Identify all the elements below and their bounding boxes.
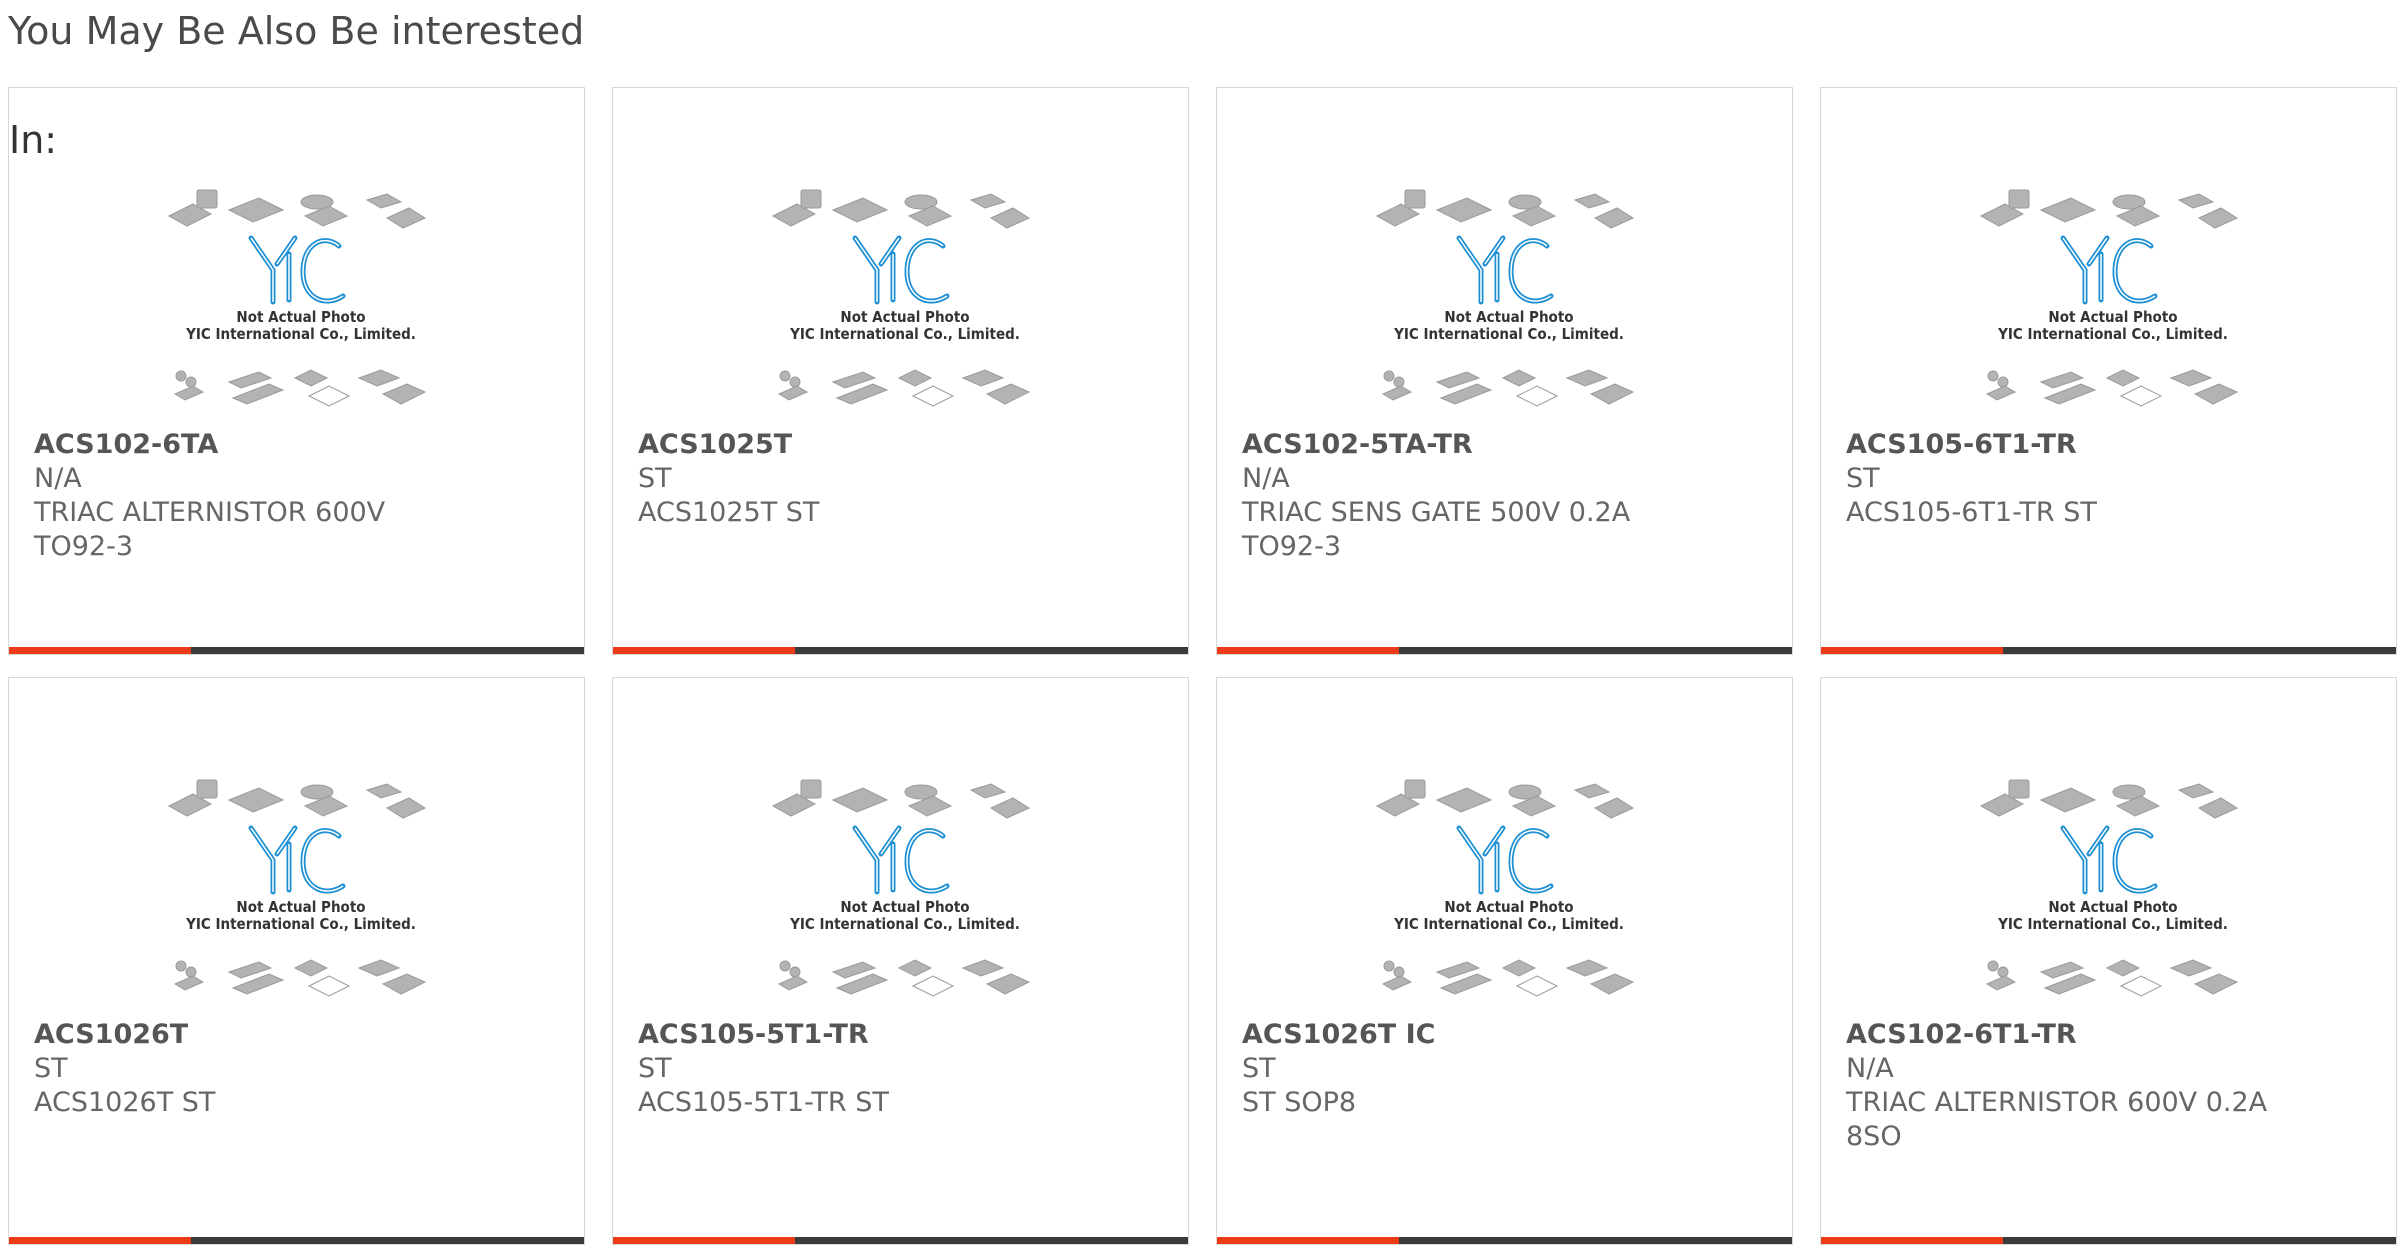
placeholder-image: Not Actual Photo YIC International Co., … [763,766,1047,1006]
product-card[interactable]: Not Actual Photo YIC International Co., … [612,677,1189,1245]
manufacturer: ST [1242,1053,1276,1084]
placeholder-image: Not Actual Photo YIC International Co., … [159,176,443,416]
description-line: TO92-3 [1242,531,1342,562]
description-line: TRIAC ALTERNISTOR 600V 0.2A [1846,1087,2268,1118]
svg-text:Not Actual Photo: Not Actual Photo [1444,898,1573,916]
card-bar-accent [613,647,795,654]
manufacturer: N/A [1242,463,1290,494]
product-card[interactable]: Not Actual Photo YIC International Co., … [8,677,585,1245]
product-card[interactable]: In: Not Actual Photo YIC International C… [8,87,585,655]
manufacturer: ST [1846,463,1880,494]
product-card[interactable]: Not Actual Photo YIC International Co., … [612,87,1189,655]
product-card[interactable]: Not Actual Photo YIC International Co., … [1216,677,1793,1245]
part-number[interactable]: ACS1026T IC [1242,1018,1772,1052]
manufacturer: ST [34,1053,68,1084]
card-bar-accent [1217,647,1399,654]
svg-text:Not Actual Photo: Not Actual Photo [840,898,969,916]
svg-text:YIC International Co., Limited: YIC International Co., Limited. [1393,915,1624,933]
product-card[interactable]: Not Actual Photo YIC International Co., … [1820,677,2397,1245]
card-bar-accent [9,647,191,654]
description-line: ACS105-5T1-TR ST [638,1087,889,1118]
description-line: ACS1025T ST [638,497,820,528]
svg-text:Not Actual Photo: Not Actual Photo [2048,898,2177,916]
product-card[interactable]: Not Actual Photo YIC International Co., … [1820,87,2397,655]
svg-text:YIC International Co., Limited: YIC International Co., Limited. [185,325,416,343]
manufacturer: N/A [1846,1053,1894,1084]
part-number[interactable]: ACS1026T [34,1018,564,1052]
svg-text:Not Actual Photo: Not Actual Photo [236,898,365,916]
manufacturer: N/A [34,463,82,494]
placeholder-image: Not Actual Photo YIC International Co., … [763,176,1047,416]
card-bar-accent [1821,1237,2003,1244]
description-line: 8SO [1846,1121,1902,1152]
part-number[interactable]: ACS102-6TA [34,428,564,462]
card-bar-accent [1821,647,2003,654]
manufacturer: ST [638,463,672,494]
part-number[interactable]: ACS105-6T1-TR [1846,428,2376,462]
svg-text:Not Actual Photo: Not Actual Photo [2048,308,2177,326]
svg-text:Not Actual Photo: Not Actual Photo [840,308,969,326]
section-title: You May Be Also Be interested [8,9,585,53]
card-bar-accent [9,1237,191,1244]
placeholder-image: Not Actual Photo YIC International Co., … [1971,766,2255,1006]
placeholder-image: Not Actual Photo YIC International Co., … [1367,176,1651,416]
description-line: TRIAC ALTERNISTOR 600V [34,497,386,528]
svg-text:YIC International Co., Limited: YIC International Co., Limited. [789,915,1020,933]
placeholder-image: Not Actual Photo YIC International Co., … [1367,766,1651,1006]
part-number[interactable]: ACS1025T [638,428,1168,462]
part-number[interactable]: ACS102-5TA-TR [1242,428,1772,462]
svg-text:YIC International Co., Limited: YIC International Co., Limited. [1997,915,2228,933]
placeholder-image: Not Actual Photo YIC International Co., … [1971,176,2255,416]
description-line: ST SOP8 [1242,1087,1357,1118]
svg-text:YIC International Co., Limited: YIC International Co., Limited. [1997,325,2228,343]
card-bar-accent [613,1237,795,1244]
placeholder-image: Not Actual Photo YIC International Co., … [159,766,443,1006]
description-line: TO92-3 [34,531,134,562]
part-number[interactable]: ACS105-5T1-TR [638,1018,1168,1052]
product-card[interactable]: Not Actual Photo YIC International Co., … [1216,87,1793,655]
description-line: ACS105-6T1-TR ST [1846,497,2097,528]
manufacturer: ST [638,1053,672,1084]
svg-text:YIC International Co., Limited: YIC International Co., Limited. [185,915,416,933]
svg-text:Not Actual Photo: Not Actual Photo [1444,308,1573,326]
svg-text:YIC International Co., Limited: YIC International Co., Limited. [1393,325,1624,343]
description-line: ACS1026T ST [34,1087,216,1118]
section-title-continued: In: [9,118,58,162]
svg-text:Not Actual Photo: Not Actual Photo [236,308,365,326]
part-number[interactable]: ACS102-6T1-TR [1846,1018,2376,1052]
svg-text:YIC International Co., Limited: YIC International Co., Limited. [789,325,1020,343]
description-line: TRIAC SENS GATE 500V 0.2A [1242,497,1631,528]
card-bar-accent [1217,1237,1399,1244]
